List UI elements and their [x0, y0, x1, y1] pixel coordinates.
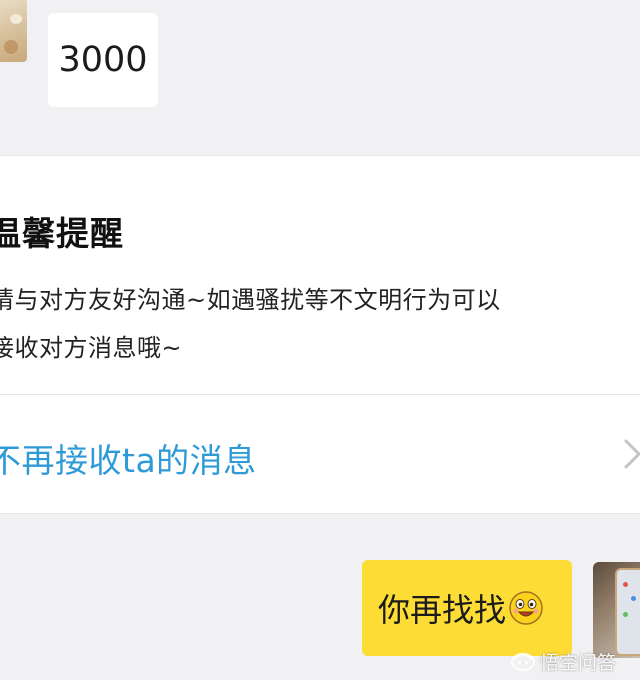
- wukong-watermark: 悟空问答: [510, 648, 616, 674]
- avatar-detail: [623, 612, 628, 617]
- outgoing-message-bubble[interactable]: 你再找找: [362, 560, 572, 656]
- grinning-face-emoji-icon: [509, 591, 543, 625]
- my-avatar[interactable]: [593, 562, 640, 658]
- sender-avatar[interactable]: [0, 0, 27, 62]
- reminder-body-line-2: 接收对方消息哦~: [0, 334, 183, 362]
- block-messages-row[interactable]: 不再接收ta的消息: [0, 395, 640, 513]
- reminder-title: 温馨提醒: [0, 214, 124, 253]
- outgoing-message-text: 你再找找: [378, 591, 507, 629]
- reminder-card: 温馨提醒 请与对方友好沟通~如遇骚扰等不文明行为可以 接收对方消息哦~ 不再接收…: [0, 155, 640, 514]
- avatar-detail: [10, 14, 22, 24]
- block-messages-link[interactable]: 不再接收ta的消息: [0, 434, 257, 482]
- wukong-logo-icon: [511, 653, 535, 671]
- avatar-detail: [623, 582, 628, 587]
- avatar-detail: [4, 40, 18, 54]
- incoming-message-text: 3000: [58, 40, 148, 80]
- avatar-detail: [631, 596, 636, 601]
- incoming-message-bubble[interactable]: 3000: [48, 13, 158, 107]
- chevron-right-icon: [624, 439, 640, 469]
- reminder-body-line-1: 请与对方友好沟通~如遇骚扰等不文明行为可以: [0, 286, 501, 314]
- watermark-text: 悟空问答: [540, 651, 617, 674]
